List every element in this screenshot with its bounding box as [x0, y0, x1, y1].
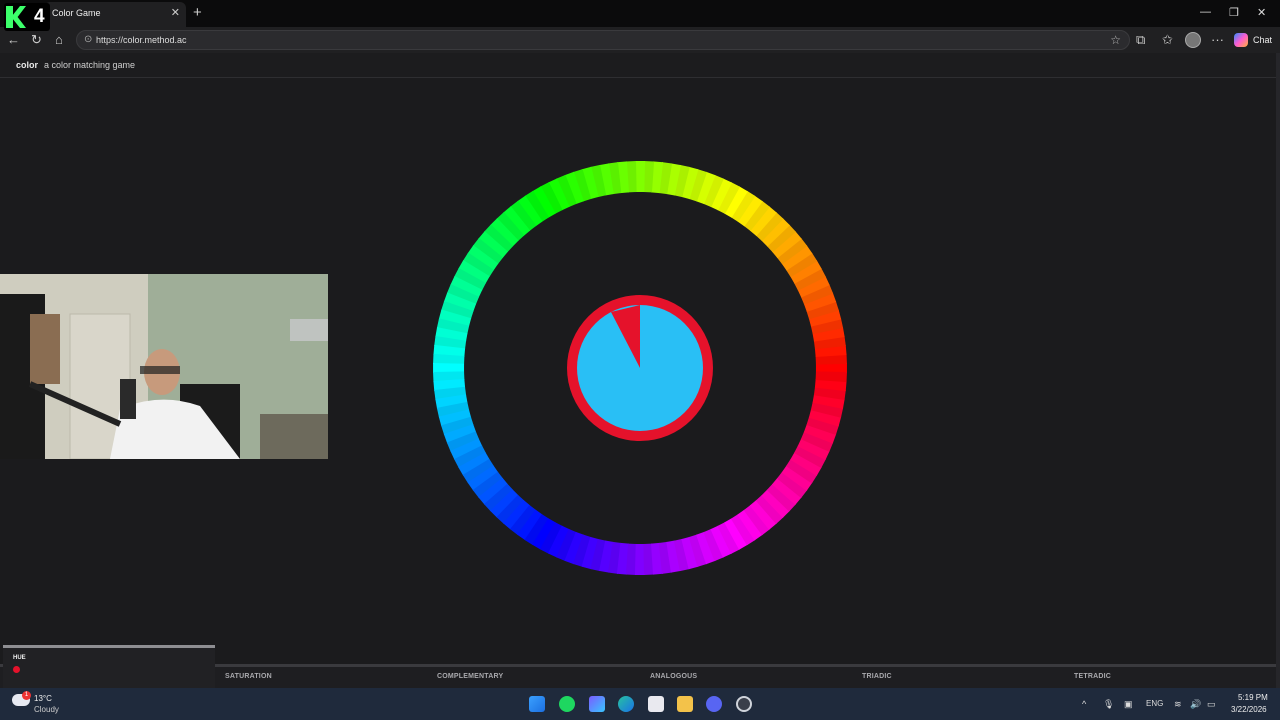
tab-triadic[interactable]: TRIADIC	[862, 673, 892, 680]
spotify-icon[interactable]	[559, 696, 575, 712]
favorites-icon[interactable]: ✩	[1162, 32, 1173, 48]
tab-hue[interactable]: HUE	[3, 645, 215, 688]
home-icon[interactable]: ⌂	[55, 32, 63, 47]
discord-icon[interactable]	[706, 696, 722, 712]
copilot-app-icon[interactable]	[589, 696, 605, 712]
battery-app-icon[interactable]: ▣	[1124, 699, 1133, 710]
tab-analogous[interactable]: ANALOGOUS	[650, 673, 697, 680]
hue-progress-dot	[13, 666, 20, 673]
weather-condition[interactable]: Cloudy	[34, 705, 59, 714]
favorite-star-icon[interactable]: ☆	[1110, 33, 1121, 47]
clock-time[interactable]: 5:19 PM	[1238, 693, 1268, 702]
reload-icon[interactable]: ↻	[31, 32, 42, 48]
site-brand[interactable]: color	[16, 60, 38, 70]
chat-button[interactable]: Chat	[1253, 35, 1272, 45]
tab-title: Color Game	[52, 8, 101, 18]
webcam-overlay	[0, 274, 328, 459]
tab-hue-label: HUE	[13, 655, 26, 661]
windows-taskbar	[0, 688, 1280, 720]
tab-saturation[interactable]: SATURATION	[225, 673, 272, 680]
url-text[interactable]: https://color.method.ac	[96, 35, 187, 45]
more-menu-icon[interactable]: ···	[1211, 32, 1224, 47]
tab-tetradic[interactable]: TETRADIC	[1074, 673, 1111, 680]
browser-title-bar	[0, 0, 1280, 27]
page-header: color a color matching game	[0, 53, 1280, 78]
edge-icon[interactable]	[618, 696, 634, 712]
clock-date[interactable]: 3/22/2026	[1231, 705, 1267, 714]
store-icon[interactable]	[648, 696, 664, 712]
restore-icon[interactable]: ❐	[1229, 6, 1239, 19]
battery-icon[interactable]: ▭	[1207, 699, 1216, 710]
weather-temperature[interactable]: 13°C	[34, 694, 52, 703]
file-explorer-icon[interactable]	[677, 696, 693, 712]
profile-avatar[interactable]	[1185, 32, 1201, 48]
minimize-icon[interactable]: —	[1200, 6, 1211, 18]
site-tagline: a color matching game	[44, 60, 136, 70]
page-scrollbar[interactable]	[1276, 53, 1280, 688]
k4-logo: 4	[4, 3, 50, 31]
wifi-icon[interactable]: ≋	[1174, 699, 1182, 710]
microphone-icon[interactable]: 🎙	[1103, 699, 1114, 710]
tab-complementary[interactable]: COMPLEMENTARY	[437, 673, 503, 680]
tray-overflow-icon[interactable]: ^	[1082, 699, 1086, 709]
volume-icon[interactable]: 🔊	[1190, 699, 1201, 710]
copilot-icon[interactable]	[1234, 33, 1248, 47]
back-icon[interactable]: ←	[7, 32, 20, 47]
start-icon[interactable]	[529, 696, 545, 712]
weather-badge: 1	[22, 691, 31, 700]
address-bar[interactable]: ⊙ https://color.method.ac ☆	[76, 30, 1130, 50]
hue-wheel[interactable]	[433, 161, 847, 575]
language-indicator[interactable]: ENG	[1146, 699, 1163, 708]
browser-tab[interactable]: Color Game ✕	[44, 2, 186, 27]
extensions-icon[interactable]: ⧉	[1136, 32, 1145, 48]
close-window-icon[interactable]: ✕	[1257, 6, 1266, 19]
tab-close-icon[interactable]: ✕	[171, 6, 180, 19]
site-info-icon[interactable]: ⊙	[84, 34, 92, 45]
steam-icon[interactable]	[736, 696, 752, 712]
new-tab-icon[interactable]: +	[193, 4, 202, 21]
browser-nav-bar: ← ↻ ⌂ ⊙ https://color.method.ac ☆ ⧉ ✩ ··…	[0, 27, 1280, 53]
